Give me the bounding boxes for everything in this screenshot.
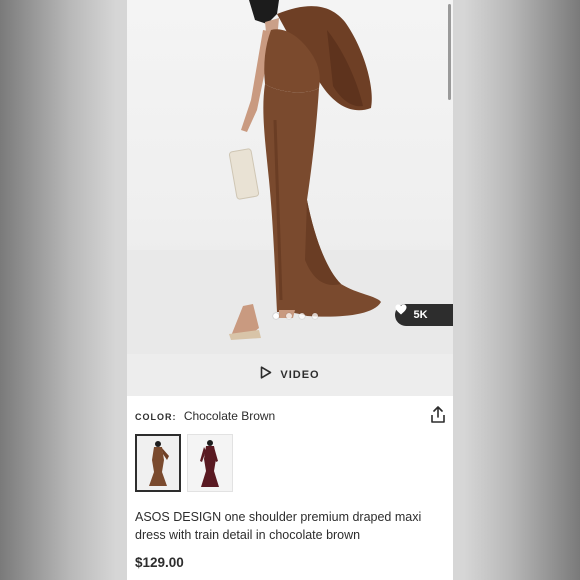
carousel-dots[interactable] <box>273 313 318 319</box>
product-page: 5K VIDEO COLOR: Chocolate Brown ASOS DES… <box>127 0 453 580</box>
video-label: VIDEO <box>280 369 320 381</box>
color-row: COLOR: Chocolate Brown <box>135 409 275 423</box>
likes-count: 5K <box>413 309 428 321</box>
carousel-dot-2[interactable] <box>286 313 292 319</box>
product-image[interactable]: 5K <box>127 0 453 354</box>
scroll-indicator <box>448 4 451 100</box>
carousel-dot-4[interactable] <box>312 313 318 319</box>
color-key: COLOR: <box>135 412 177 422</box>
swatch-thumbnail <box>188 435 232 491</box>
video-button[interactable]: VIDEO <box>127 354 453 396</box>
product-title: ASOS DESIGN one shoulder premium draped … <box>135 510 422 542</box>
carousel-dot-3[interactable] <box>299 313 305 319</box>
model-photo <box>127 0 453 354</box>
play-icon <box>260 366 272 384</box>
product-price: $129.00 <box>135 555 184 570</box>
color-value: Chocolate Brown <box>183 409 276 423</box>
swatch-chocolate-brown[interactable] <box>135 434 181 492</box>
swatch-thumbnail <box>137 436 179 490</box>
carousel-dot-1[interactable] <box>273 313 279 319</box>
save-likes-badge[interactable]: 5K <box>395 304 453 326</box>
share-icon[interactable] <box>430 406 446 429</box>
swatch-burgundy[interactable] <box>187 434 233 492</box>
